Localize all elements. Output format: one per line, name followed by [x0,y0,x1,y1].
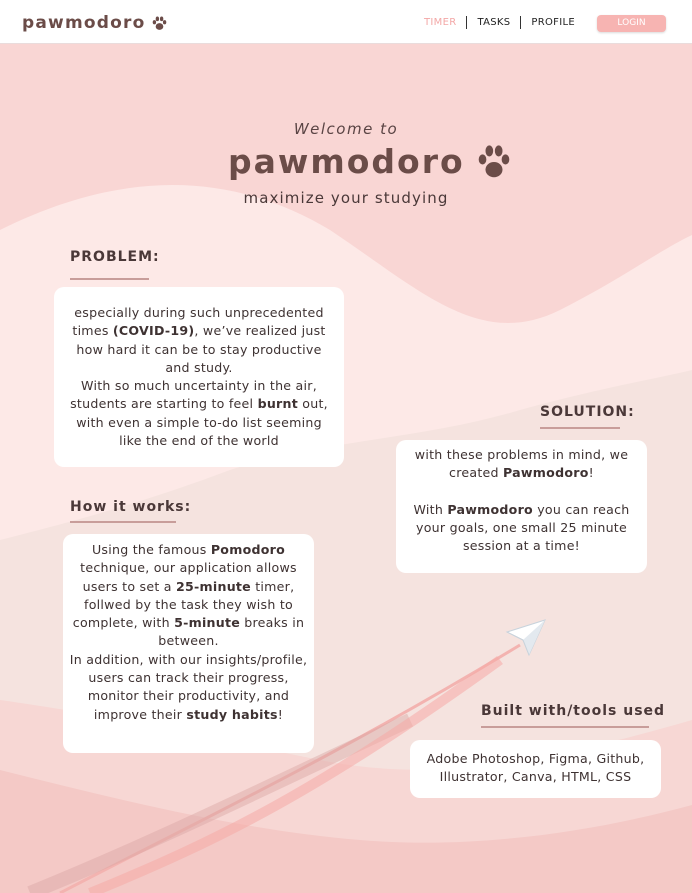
solution-heading: SOLUTION: [540,404,635,420]
how-paragraph-1: Using the famous Pomodoro technique, our… [72,542,305,649]
top-nav: pawmodoro TIMER TASKS PROFILE LOGIN [0,0,692,44]
paper-plane-icon [505,619,546,657]
tools-text: Adobe Photoshop, Figma, Github, Illustra… [426,751,645,785]
nav-link-tasks[interactable]: TASKS [467,17,520,28]
how-card: Using the famous Pomodoro technique, our… [63,534,314,753]
solution-underline [540,427,620,429]
nav-links: TIMER TASKS PROFILE [422,16,585,29]
paw-icon [478,144,509,177]
problem-underline [70,278,149,280]
login-button[interactable]: LOGIN [597,15,666,32]
problem-heading: PROBLEM: [70,249,160,265]
how-paragraph-2: In addition, with our insights/profile, … [69,651,308,722]
tools-card: Adobe Photoshop, Figma, Github, Illustra… [410,740,661,798]
welcome-text: Welcome to [293,120,399,138]
brand-name: pawmodoro [22,13,146,33]
brand-logo[interactable]: pawmodoro [22,13,168,33]
tools-underline [481,726,649,728]
solution-paragraph-1: with these problems in mind, we created … [414,447,629,481]
hero-title: pawmodoro [228,142,511,181]
solution-card: with these problems in mind, we created … [396,440,647,573]
problem-paragraph-1: especially during such unprecedented tim… [72,305,326,375]
nav-link-timer[interactable]: TIMER [422,17,466,28]
problem-card: especially during such unprecedented tim… [54,287,344,467]
hero-title-text: pawmodoro [228,142,465,181]
paw-icon [153,15,167,30]
solution-spacer [406,483,637,501]
problem-paragraph-2: With so much uncertainty in the air, stu… [70,378,328,449]
how-heading: How it works: [70,499,192,515]
how-underline [70,521,176,523]
tools-heading: Built with/tools used [481,703,666,719]
hero-tagline: maximize your studying [243,189,449,207]
solution-paragraph-2: With Pawmodoro you can reach your goals,… [413,501,630,554]
nav-link-profile[interactable]: PROFILE [521,17,585,28]
